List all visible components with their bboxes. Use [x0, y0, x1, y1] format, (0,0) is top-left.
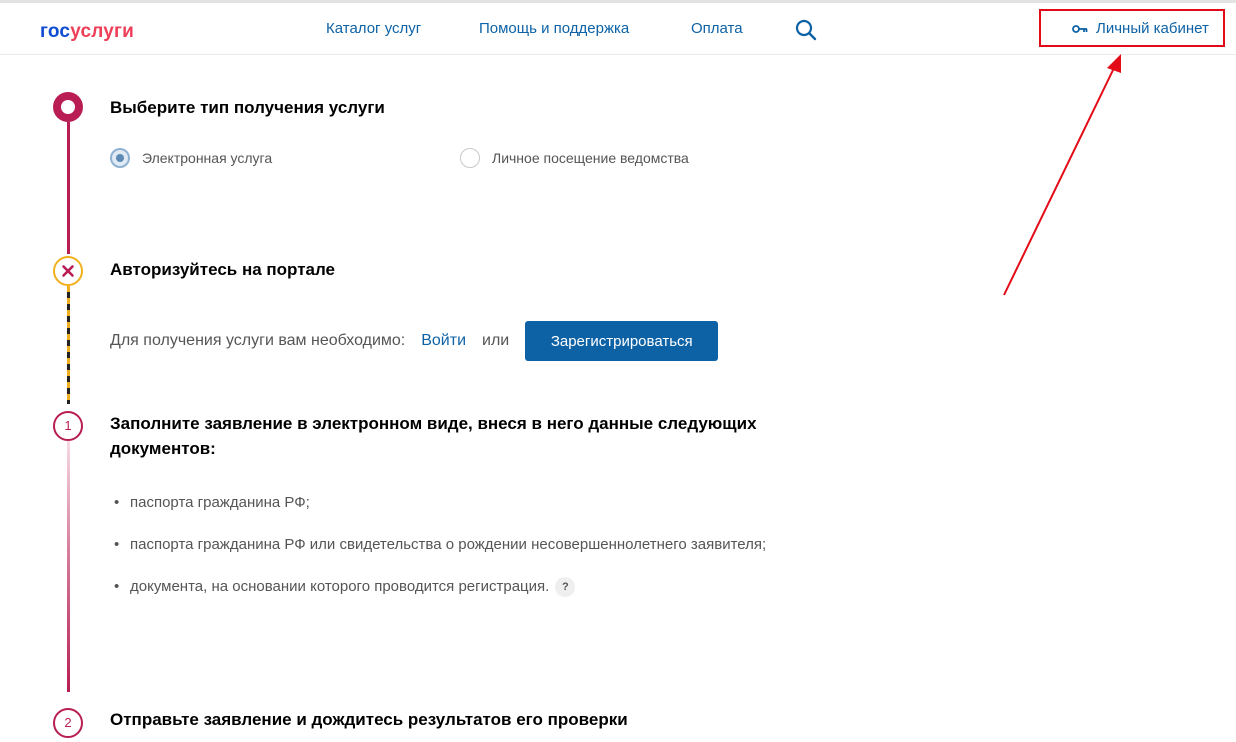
logo[interactable]: госуслуги — [40, 21, 134, 43]
step4-title: Отправьте заявление и дождитесь результа… — [110, 710, 628, 729]
or-label: или — [482, 332, 510, 349]
step3-title: Заполните заявление в электронном виде, … — [110, 414, 757, 458]
step2-error-icon — [53, 256, 83, 286]
step2-connector — [67, 286, 70, 404]
auth-prompt: Для получения услуги вам необходимо: — [110, 332, 406, 349]
nav-payment[interactable]: Оплата — [691, 20, 743, 37]
list-item: паспорта гражданина РФ или свидетельства… — [112, 532, 832, 558]
login-link[interactable]: Войти — [421, 332, 466, 350]
register-button[interactable]: Зарегистрироваться — [525, 321, 719, 361]
radio-personal-label: Личное посещение ведомства — [492, 150, 689, 166]
key-icon — [1072, 24, 1088, 33]
logo-part-gos: гос — [40, 21, 71, 42]
step3-connector — [67, 441, 70, 692]
radio-electronic[interactable]: Электронная услуга — [110, 148, 272, 168]
radio-unchecked-icon[interactable] — [460, 148, 480, 168]
list-item: документа, на основании которого проводи… — [112, 574, 832, 600]
document-label: документа, на основании которого проводи… — [130, 578, 550, 595]
step2-title: Авторизуйтесь на портале — [110, 260, 336, 279]
radio-personal-visit[interactable]: Личное посещение ведомства — [460, 148, 689, 168]
documents-list: паспорта гражданина РФ; паспорта граждан… — [112, 490, 832, 616]
help-icon[interactable]: ? — [555, 577, 576, 598]
auth-row: Для получения услуги вам необходимо: Вой… — [110, 321, 719, 361]
personal-cabinet-link[interactable]: Личный кабинет — [1072, 20, 1209, 37]
header: госуслуги Каталог услуг Помощь и поддерж… — [0, 3, 1236, 55]
document-label: паспорта гражданина РФ; — [130, 494, 310, 511]
list-item: паспорта гражданина РФ; — [112, 490, 832, 516]
nav-catalog[interactable]: Каталог услуг — [326, 20, 421, 37]
step1-connector — [67, 122, 70, 254]
step4-number-icon: 2 — [53, 708, 83, 738]
close-icon — [62, 265, 74, 277]
search-icon[interactable] — [795, 19, 817, 41]
logo-part-uslugi: услуги — [70, 21, 135, 42]
radio-electronic-label: Электронная услуга — [142, 150, 273, 166]
step1-icon-center — [61, 100, 75, 114]
nav-help[interactable]: Помощь и поддержка — [479, 20, 629, 37]
step3-number-icon: 1 — [53, 411, 83, 441]
step1-active-icon — [53, 92, 83, 122]
radio-checked-icon[interactable] — [110, 148, 130, 168]
step1-title: Выберите тип получения услуги — [110, 98, 385, 117]
cabinet-label: Личный кабинет — [1096, 20, 1209, 37]
document-label: паспорта гражданина РФ или свидетельства… — [130, 536, 767, 553]
